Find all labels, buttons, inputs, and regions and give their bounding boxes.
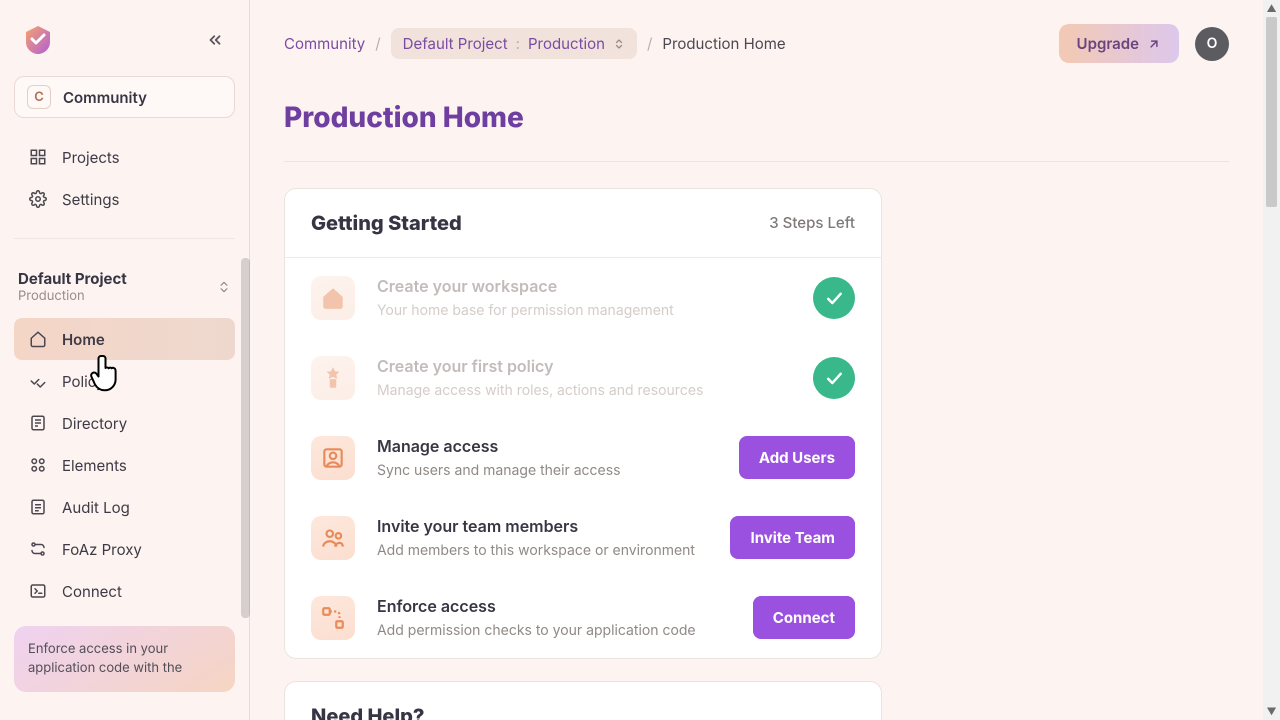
- step-create-workspace: Create your workspace Your home base for…: [285, 258, 881, 338]
- step-invite-team: Invite your team members Add members to …: [285, 498, 881, 578]
- nav-projects[interactable]: Projects: [14, 136, 235, 178]
- workspace-name: Community: [63, 88, 147, 107]
- grid-icon: [28, 147, 48, 167]
- proxy-icon: [28, 539, 48, 559]
- crumb-separator: /: [375, 34, 380, 53]
- step-desc: Manage access with roles, actions and re…: [377, 382, 791, 399]
- step-title: Create your workspace: [377, 276, 791, 296]
- project-env: Production: [18, 288, 127, 304]
- nav-elements[interactable]: Elements: [14, 444, 235, 486]
- main-content: Community / Default Project : Production…: [250, 0, 1263, 720]
- upgrade-button[interactable]: Upgrade: [1059, 24, 1179, 63]
- home-icon: [28, 329, 48, 349]
- selector-chevron-icon: [217, 280, 231, 294]
- step-title: Invite your team members: [377, 516, 708, 536]
- nav-connect[interactable]: Connect: [14, 570, 235, 612]
- gear-icon: [28, 189, 48, 209]
- step-desc: Add members to this workspace or environ…: [377, 542, 708, 559]
- crumb-root[interactable]: Community: [284, 34, 365, 53]
- promo-card[interactable]: Enforce access in your application code …: [14, 626, 235, 692]
- card-title: Getting Started: [311, 211, 462, 235]
- terminal-icon: [28, 581, 48, 601]
- step-desc: Add permission checks to your applicatio…: [377, 622, 731, 639]
- workspace-step-icon: [311, 276, 355, 320]
- nav-label: Projects: [62, 148, 120, 167]
- scroll-down-icon[interactable]: ▼: [1263, 703, 1280, 720]
- divider: [284, 161, 1229, 162]
- nav-home[interactable]: Home: [14, 318, 235, 360]
- nav-label: Elements: [62, 456, 127, 475]
- nav-directory[interactable]: Directory: [14, 402, 235, 444]
- step-title: Manage access: [377, 436, 717, 456]
- nav-label: Directory: [62, 414, 127, 433]
- step-create-policy: Create your first policy Manage access w…: [285, 338, 881, 418]
- project-selector[interactable]: Default Project Production: [8, 263, 241, 310]
- selector-chevron-icon: [613, 38, 625, 50]
- connect-button[interactable]: Connect: [753, 596, 855, 639]
- step-desc: Your home base for permission management: [377, 302, 791, 319]
- step-title: Create your first policy: [377, 356, 791, 376]
- policy-icon: [28, 371, 48, 391]
- getting-started-card: Getting Started 3 Steps Left Create your…: [284, 188, 882, 659]
- nav-label: Connect: [62, 582, 122, 601]
- collapse-sidebar-button[interactable]: [201, 26, 229, 54]
- upgrade-label: Upgrade: [1077, 34, 1139, 53]
- avatar-initial: O: [1207, 35, 1218, 52]
- step-title: Enforce access: [377, 596, 731, 616]
- project-name: Default Project: [18, 269, 127, 288]
- audit-log-icon: [28, 497, 48, 517]
- team-step-icon: [311, 516, 355, 560]
- crumb-project: Default Project: [403, 34, 508, 53]
- directory-icon: [28, 413, 48, 433]
- workspace-selector[interactable]: C Community: [14, 76, 235, 118]
- step-manage-access: Manage access Sync users and manage thei…: [285, 418, 881, 498]
- policy-step-icon: [311, 356, 355, 400]
- step-enforce-access: Enforce access Add permission checks to …: [285, 578, 881, 658]
- workspace-badge: C: [27, 85, 51, 109]
- invite-team-button[interactable]: Invite Team: [730, 516, 855, 559]
- nav-audit-log[interactable]: Audit Log: [14, 486, 235, 528]
- user-avatar[interactable]: O: [1195, 27, 1229, 61]
- step-desc: Sync users and manage their access: [377, 462, 717, 479]
- nav-label: FoAz Proxy: [62, 540, 142, 559]
- check-icon: [813, 277, 855, 319]
- breadcrumb: Community / Default Project : Production…: [284, 28, 786, 59]
- steps-left: 3 Steps Left: [769, 213, 855, 232]
- elements-icon: [28, 455, 48, 475]
- crumb-separator: /: [647, 34, 652, 53]
- help-card: Need Help?: [284, 681, 882, 720]
- nav-policy[interactable]: Policy: [14, 360, 235, 402]
- scroll-up-icon[interactable]: ▲: [1263, 0, 1280, 17]
- card-title: Need Help?: [311, 704, 424, 720]
- check-icon: [813, 357, 855, 399]
- external-link-icon: [1147, 37, 1161, 51]
- sidebar: C Community Projects Settings Default Pr…: [0, 0, 250, 720]
- nav-settings[interactable]: Settings: [14, 178, 235, 220]
- nav-foaz-proxy[interactable]: FoAz Proxy: [14, 528, 235, 570]
- nav-label: Audit Log: [62, 498, 130, 517]
- add-users-button[interactable]: Add Users: [739, 436, 855, 479]
- enforce-step-icon: [311, 596, 355, 640]
- nav-label: Home: [62, 330, 105, 349]
- nav-label: Policy: [62, 372, 104, 391]
- sidebar-scrollbar[interactable]: [241, 258, 250, 618]
- scroll-thumb[interactable]: [1266, 17, 1277, 207]
- crumb-env: Production: [528, 34, 605, 53]
- page-scrollbar[interactable]: ▲ ▼: [1263, 0, 1280, 720]
- crumb-page: Production Home: [662, 34, 785, 53]
- users-step-icon: [311, 436, 355, 480]
- scroll-track[interactable]: [1263, 207, 1280, 703]
- app-logo: [20, 22, 56, 58]
- nav-label: Settings: [62, 190, 119, 209]
- crumb-project-env[interactable]: Default Project : Production: [391, 28, 637, 59]
- page-title: Production Home: [250, 82, 1263, 142]
- promo-text: Enforce access in your application code …: [28, 641, 182, 676]
